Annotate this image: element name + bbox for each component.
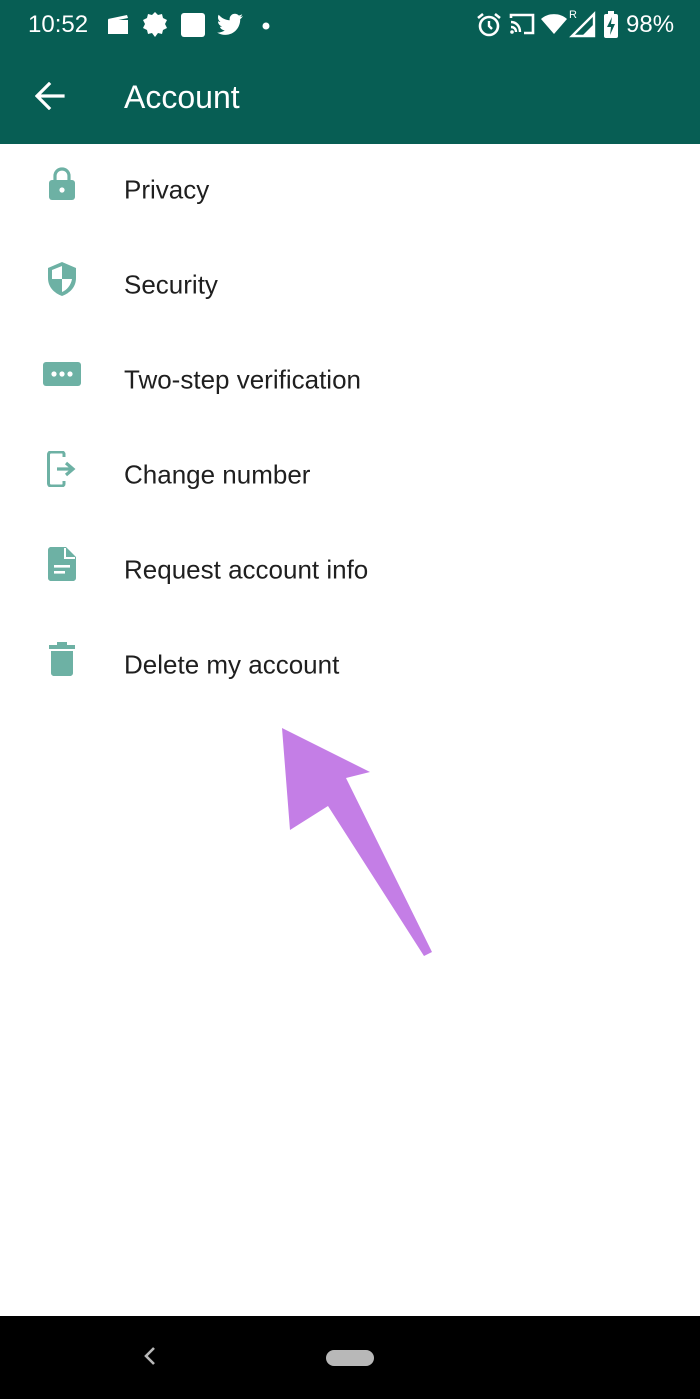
document-icon [36, 544, 88, 584]
password-dots-icon [36, 354, 88, 394]
app-bar: Account [0, 50, 700, 144]
wifi-icon [541, 14, 567, 34]
battery-charging-icon [604, 11, 618, 38]
svg-text:R: R [569, 9, 577, 21]
menu-item-label: Security [124, 269, 218, 300]
alarm-icon [477, 12, 501, 37]
menu-item-request-account-info[interactable]: Request account info [0, 524, 700, 619]
menu-item-privacy[interactable]: Privacy [0, 144, 700, 239]
account-settings-list: Privacy Security Two-step verification C… [0, 144, 700, 714]
home-button[interactable] [326, 1350, 374, 1366]
change-number-icon [36, 449, 88, 489]
menu-item-two-step-verification[interactable]: Two-step verification [0, 334, 700, 429]
status-bar: 10:52 R 98% [0, 0, 700, 50]
battery-percentage: 98% [626, 11, 675, 38]
settings-notification-icon [143, 12, 167, 37]
menu-item-label: Change number [124, 459, 311, 490]
square-notification-icon [181, 13, 205, 37]
shield-icon [36, 259, 88, 299]
menu-item-delete-my-account[interactable]: Delete my account [0, 619, 700, 714]
menu-item-label: Privacy [124, 174, 210, 205]
menu-item-change-number[interactable]: Change number [0, 429, 700, 524]
menu-item-label: Request account info [124, 554, 369, 585]
media-icon [108, 15, 128, 34]
cast-icon [509, 13, 535, 35]
dot-icon [262, 22, 270, 30]
page-title: Account [124, 79, 240, 115]
twitter-icon [217, 13, 243, 35]
menu-item-security[interactable]: Security [0, 239, 700, 334]
status-time: 10:52 [28, 11, 89, 38]
menu-item-label: Delete my account [124, 649, 340, 680]
signal-roaming-icon: R [569, 9, 596, 38]
back-button[interactable] [22, 68, 78, 124]
arrow-back-icon [35, 82, 65, 110]
annotation-arrow [282, 728, 432, 956]
menu-item-label: Two-step verification [124, 364, 361, 395]
lock-icon [36, 164, 88, 204]
trash-icon [36, 639, 88, 679]
system-navigation-bar [0, 1316, 700, 1399]
nav-back-icon[interactable] [140, 1344, 160, 1368]
